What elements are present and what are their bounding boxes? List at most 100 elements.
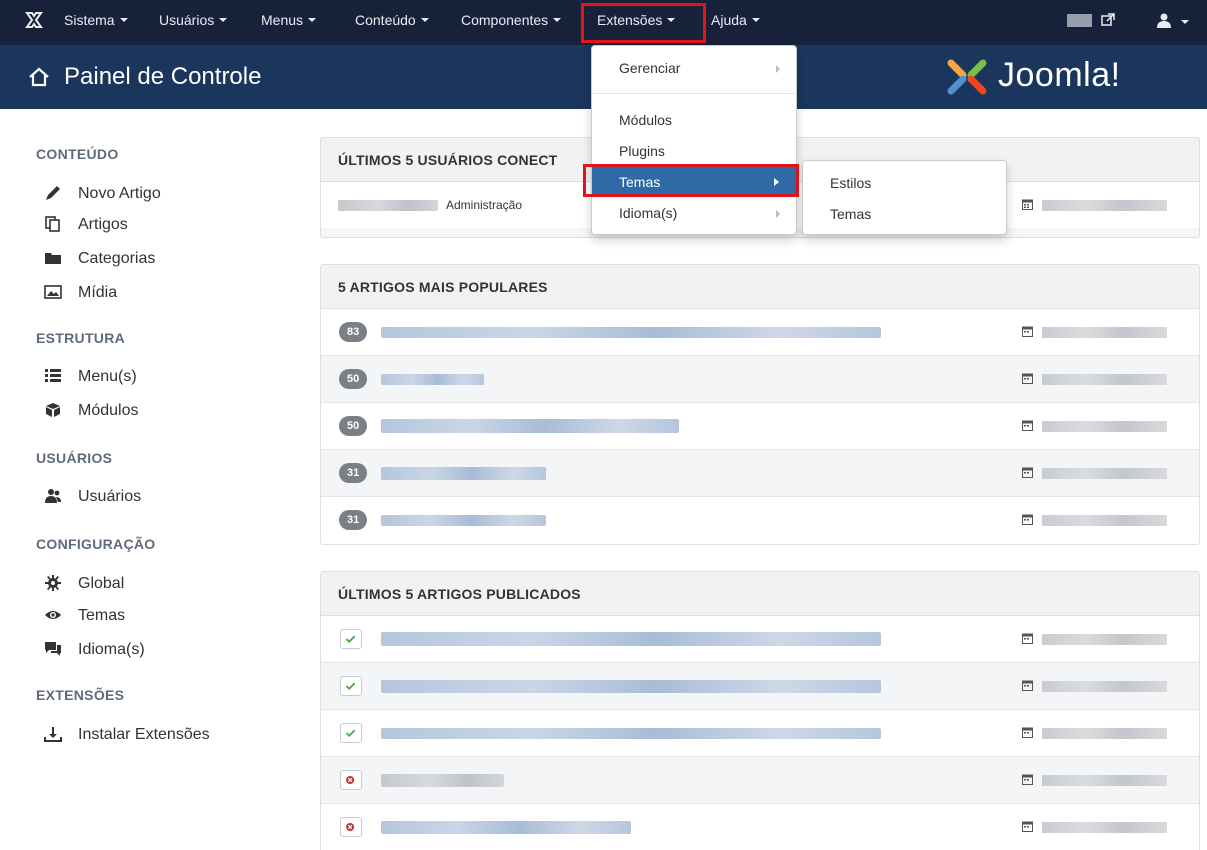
calendar-icon [1022, 326, 1033, 337]
chevron-down-icon [420, 18, 429, 23]
menu-item-gerenciar[interactable]: Gerenciar [619, 60, 680, 76]
table-row[interactable] [321, 757, 1199, 804]
redacted-article-title[interactable] [381, 374, 484, 385]
sidebar-heading-configuracao: CONFIGURAÇÃO [36, 536, 156, 552]
menu-menus[interactable]: Menus [261, 12, 317, 28]
cube-icon [46, 402, 60, 417]
redacted-article-title[interactable] [381, 728, 881, 739]
table-row[interactable] [321, 804, 1199, 850]
redacted-date [1042, 681, 1167, 692]
list-icon [45, 368, 61, 382]
redacted-date [1042, 468, 1167, 479]
table-row[interactable] [321, 616, 1199, 663]
check-icon [345, 682, 356, 690]
check-icon [345, 729, 356, 737]
calendar-icon [1022, 373, 1033, 384]
sidebar-item-instalar-extensoes[interactable]: Instalar Extensões [44, 726, 210, 744]
redacted-date [1042, 515, 1167, 526]
image-icon [44, 284, 62, 299]
menu-conteudo[interactable]: Conteúdo [355, 12, 429, 28]
hits-badge: 50 [339, 369, 368, 389]
sidebar-item-modulos[interactable]: Módulos [44, 402, 138, 420]
menu-item-plugins[interactable]: Plugins [619, 143, 665, 159]
redacted-article-title[interactable] [381, 515, 546, 526]
users-icon [45, 488, 61, 503]
comments-icon [45, 641, 61, 656]
published-toggle[interactable] [340, 676, 362, 696]
panel-latest-published: ÚLTIMOS 5 ARTIGOS PUBLICADOS [320, 571, 1200, 850]
table-row[interactable]: 50 [321, 356, 1199, 403]
table-row[interactable] [321, 663, 1199, 710]
table-row[interactable]: 31 [321, 497, 1199, 544]
unpublished-icon [346, 775, 355, 785]
site-name-redacted[interactable] [1067, 14, 1092, 27]
sidebar-item-temas[interactable]: Temas [44, 607, 125, 625]
panel-title: ÚLTIMOS 5 ARTIGOS PUBLICADOS [321, 572, 1199, 616]
redacted-article-title[interactable] [381, 632, 881, 646]
menu-componentes[interactable]: Componentes [461, 12, 562, 28]
redacted-article-title[interactable] [381, 680, 881, 693]
user-icon[interactable] [1156, 12, 1172, 28]
redacted-article-title[interactable] [381, 774, 504, 787]
hits-badge: 83 [339, 322, 368, 342]
joomla-logo-text: Joomla! [998, 56, 1121, 94]
menu-divider [593, 93, 795, 94]
external-link-icon[interactable] [1100, 12, 1116, 28]
menu-usuarios[interactable]: Usuários [159, 12, 228, 28]
menu-sistema[interactable]: Sistema [64, 12, 128, 28]
redacted-article-title[interactable] [381, 467, 546, 480]
chevron-down-icon [1181, 20, 1189, 24]
sidebar-heading-usuarios: USUÁRIOS [36, 450, 113, 466]
sidebar-item-menus[interactable]: Menu(s) [44, 368, 137, 386]
redacted-article-title[interactable] [381, 419, 679, 433]
calendar-icon [1022, 420, 1033, 431]
table-row[interactable]: 50 [321, 403, 1199, 450]
sidebar-item-midia[interactable]: Mídia [44, 284, 117, 302]
temas-highlight-box [583, 164, 799, 197]
copy-icon [45, 215, 60, 232]
calendar-icon [1022, 774, 1033, 785]
calendar-icon [1022, 821, 1033, 832]
table-row[interactable] [321, 710, 1199, 757]
redacted-article-title[interactable] [381, 821, 631, 834]
redacted-date [1042, 634, 1167, 645]
unpublished-toggle[interactable] [340, 770, 362, 790]
published-toggle[interactable] [340, 629, 362, 649]
submenu-item-estilos[interactable]: Estilos [830, 175, 871, 191]
check-icon [345, 635, 356, 643]
published-toggle[interactable] [340, 723, 362, 743]
chevron-down-icon [308, 18, 317, 23]
calendar-icon [1022, 680, 1033, 691]
redacted-date [1042, 822, 1167, 833]
sidebar-item-idiomas[interactable]: Idioma(s) [44, 641, 145, 659]
menu-item-idiomas[interactable]: Idioma(s) [619, 205, 677, 221]
sidebar-item-global[interactable]: Global [44, 574, 124, 593]
menu-ajuda[interactable]: Ajuda [711, 12, 760, 28]
sidebar-item-novo-artigo[interactable]: Novo Artigo [44, 185, 161, 203]
chevron-down-icon [219, 18, 228, 23]
sidebar-item-categorias[interactable]: Categorias [44, 250, 155, 268]
submenu-item-temas[interactable]: Temas [830, 206, 871, 222]
extensoes-dropdown-menu: Gerenciar Módulos Plugins Temas Idioma(s… [591, 45, 797, 235]
redacted-date [1042, 327, 1167, 338]
menu-item-modulos[interactable]: Módulos [619, 112, 672, 128]
redacted-article-title[interactable] [381, 327, 881, 338]
sidebar-item-usuarios[interactable]: Usuários [44, 488, 141, 506]
calendar-icon [1022, 514, 1033, 525]
login-location: Administração [446, 198, 523, 212]
sidebar-item-artigos[interactable]: Artigos [44, 215, 128, 234]
redacted-date [1042, 775, 1167, 786]
redacted-date [1042, 200, 1167, 211]
redacted-date [1042, 421, 1167, 432]
chevron-right-icon [776, 65, 780, 73]
hits-badge: 31 [339, 463, 368, 483]
calendar-icon [1022, 727, 1033, 738]
unpublished-toggle[interactable] [340, 817, 362, 837]
table-row[interactable]: 83 [321, 309, 1199, 356]
redacted-username [338, 200, 438, 211]
table-row[interactable]: 31 [321, 450, 1199, 497]
folder-icon [45, 252, 61, 264]
calendar-icon [1022, 633, 1033, 644]
cog-icon [45, 574, 61, 591]
joomla-small-logo-icon[interactable] [24, 10, 44, 30]
